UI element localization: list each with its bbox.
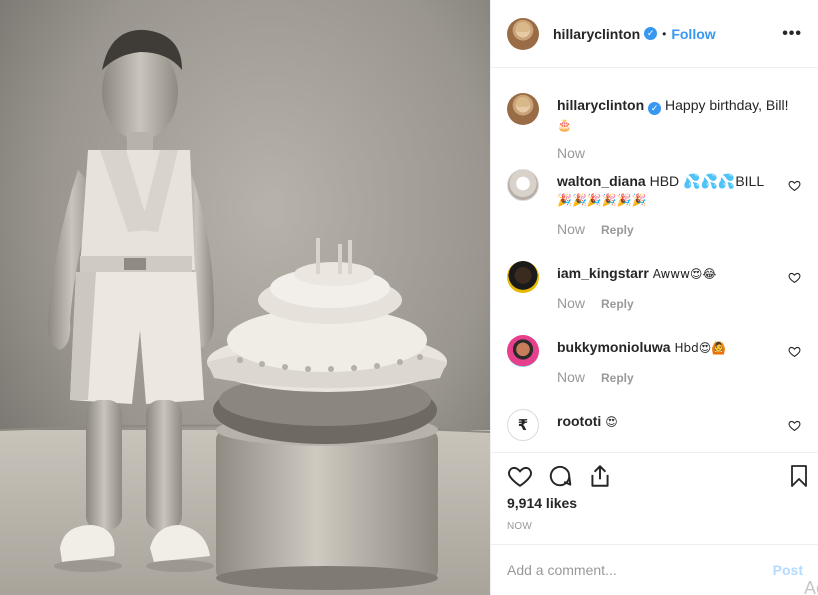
post-photo[interactable] [0, 0, 490, 595]
author-avatar[interactable] [507, 17, 539, 50]
commenter-avatar[interactable] [507, 261, 539, 293]
commenter-avatar[interactable] [507, 169, 539, 201]
comment-item: bukkymonioluwa Hbd😍🙆 Now Reply [507, 335, 807, 395]
overlay-text-fragment: Ac [803, 578, 818, 595]
comment-username[interactable]: walton_diana [557, 173, 646, 189]
comment-meta: Now Reply [557, 295, 634, 311]
comment-text: 😍 [605, 415, 618, 429]
comment-username[interactable]: bukkymonioluwa [557, 339, 671, 355]
comment-icon[interactable] [547, 463, 573, 489]
vintage-birthday-photo [0, 0, 490, 595]
like-comment-heart-icon[interactable] [788, 419, 801, 432]
commenter-avatar[interactable] [507, 335, 539, 367]
like-comment-heart-icon[interactable] [788, 271, 801, 284]
post-side-panel: hillaryclinton ✓ • Follow ••• hillarycli… [490, 0, 818, 595]
comment-time: Now [557, 369, 586, 385]
caption: hillaryclinton ✓ Happy birthday, Bill! 🎂 … [507, 93, 807, 163]
comment-username[interactable]: iam_kingstarr [557, 265, 649, 281]
comment-meta: Now Reply [557, 221, 634, 237]
comment-time: Now [557, 221, 586, 237]
heart-icon[interactable] [507, 463, 533, 489]
share-icon[interactable] [587, 463, 613, 489]
separator-dot: • [662, 26, 667, 41]
comment-item: walton_diana HBD 💦💦💦BILL 🎉🎉🎉🎉🎉🎉 Now Reply [507, 169, 807, 239]
post-comment-button[interactable]: Post [773, 562, 803, 578]
comment-text: Awww😍😂 [652, 267, 717, 281]
comment-text: Hbd😍🙆 [674, 341, 727, 355]
bookmark-icon[interactable] [787, 463, 811, 489]
comment-item: iam_kingstarr Awww😍😂 Now Reply [507, 261, 807, 321]
comments-list[interactable]: hillaryclinton ✓ Happy birthday, Bill! 🎂 … [491, 69, 818, 451]
comment-item: ₹ roototi 😍 [507, 409, 807, 449]
like-comment-heart-icon[interactable] [788, 179, 801, 192]
post-header: hillaryclinton ✓ • Follow ••• [491, 0, 818, 68]
reply-button[interactable]: Reply [601, 223, 634, 237]
comment-username[interactable]: roototi [557, 413, 601, 429]
verified-badge-icon: ✓ [648, 102, 662, 115]
reply-button[interactable]: Reply [601, 297, 634, 311]
comment-text-line2: 🎉🎉🎉🎉🎉🎉 [557, 193, 647, 207]
action-bar [491, 452, 818, 496]
add-comment-bar: Post Ac [491, 544, 818, 595]
comment-text: HBD 💦💦💦BILL [649, 173, 765, 189]
caption-text: Happy birthday, Bill! [665, 97, 789, 113]
like-comment-heart-icon[interactable] [788, 345, 801, 358]
comment-input[interactable] [507, 562, 773, 578]
caption-time: Now [557, 145, 586, 161]
caption-username[interactable]: hillaryclinton [557, 97, 644, 113]
comment-meta: Now Reply [557, 369, 634, 385]
commenter-avatar[interactable]: ₹ [507, 409, 539, 441]
author-username[interactable]: hillaryclinton [553, 26, 640, 42]
post-timestamp: NOW [507, 521, 533, 532]
more-options-icon[interactable]: ••• [782, 25, 802, 41]
follow-button[interactable]: Follow [671, 26, 715, 42]
verified-badge-icon: ✓ [644, 27, 658, 40]
cake-emoji: 🎂 [557, 118, 572, 132]
likes-count[interactable]: 9,914 likes [507, 495, 577, 511]
caption-avatar[interactable] [507, 93, 539, 125]
reply-button[interactable]: Reply [601, 371, 634, 385]
comment-time: Now [557, 295, 586, 311]
